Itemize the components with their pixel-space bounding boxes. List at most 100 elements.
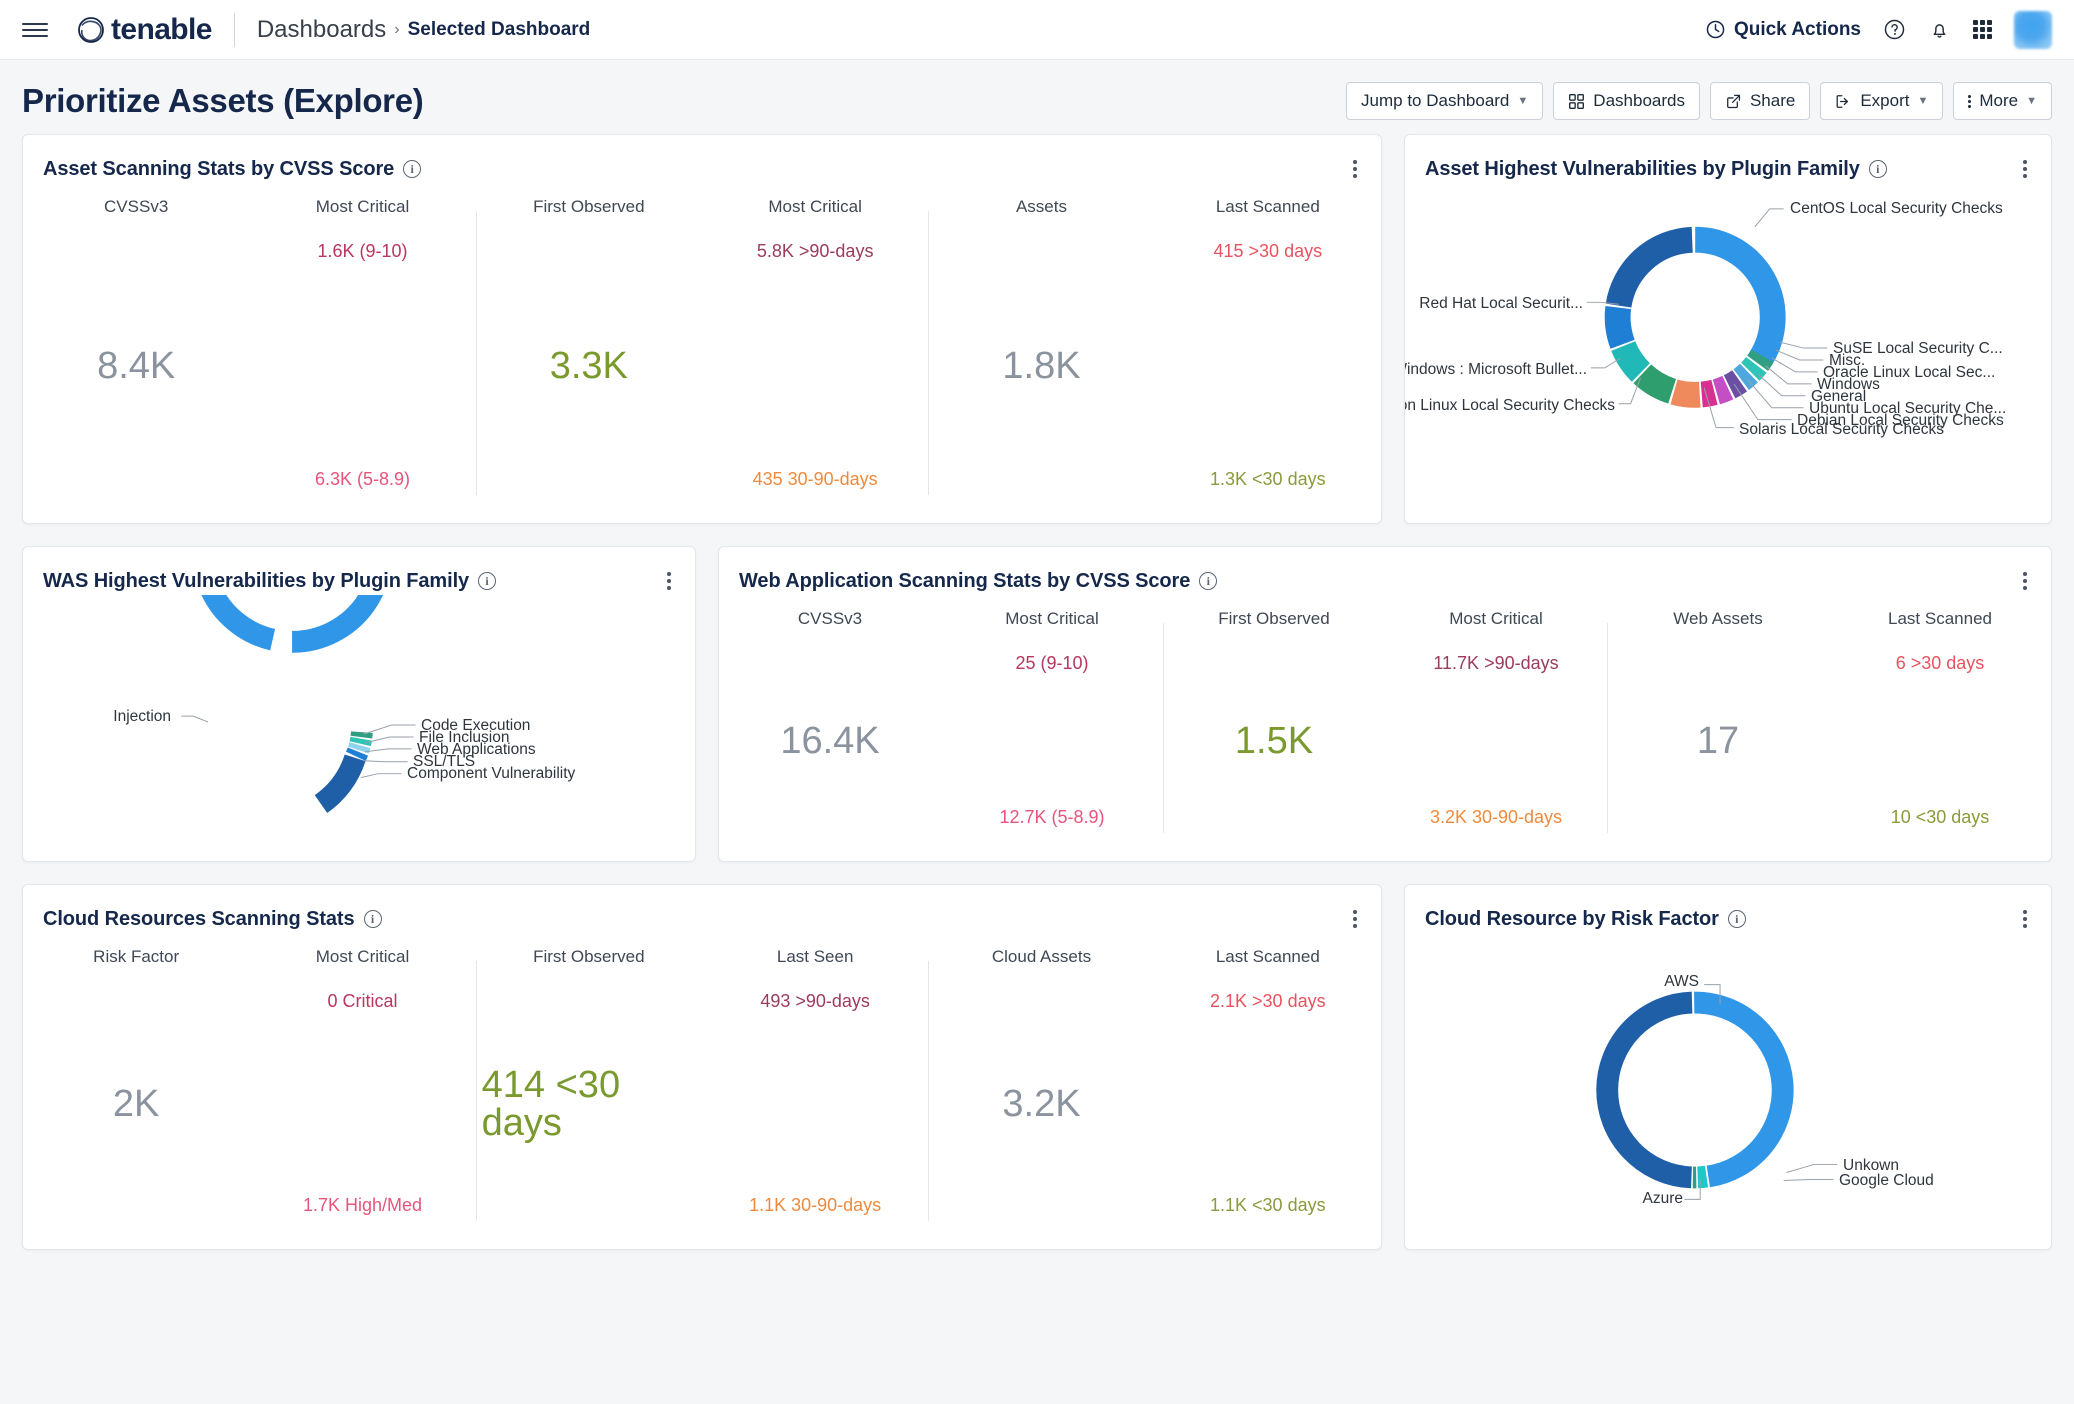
- donut-chart-cloud-resource-by-risk-factor[interactable]: AWS Unkown Google Cloud Azure: [1405, 933, 2051, 1250]
- stat-stack: 0 Critical 1.7K High/Med: [255, 973, 469, 1235]
- widget-menu-button[interactable]: [1349, 155, 1361, 183]
- export-button[interactable]: Export ▼: [1820, 82, 1943, 120]
- stat-top-value: 415 >30 days: [1214, 241, 1323, 263]
- stat-value: 1.5K: [1235, 722, 1313, 760]
- widget-menu-button[interactable]: [663, 567, 675, 595]
- share-button[interactable]: Share: [1710, 82, 1810, 120]
- stat-column-last-scanned: Last Scanned 415 >30 days 1.3K <30 days: [1155, 197, 1381, 509]
- stat-label: CVSSv3: [104, 197, 168, 217]
- stat-body: 3.2K: [934, 973, 1148, 1235]
- stat-stack: 25 (9-10) 12.7K (5-8.9): [947, 635, 1157, 847]
- info-icon[interactable]: i: [1199, 572, 1217, 590]
- slice-component-vulnerability: [321, 758, 355, 804]
- info-icon[interactable]: i: [1728, 910, 1746, 928]
- topbar-right-cluster: Quick Actions: [1705, 11, 2052, 49]
- stat-body: 16.4K: [725, 635, 935, 847]
- widget-header: Asset Highest Vulnerabilities by Plugin …: [1405, 135, 2051, 183]
- info-icon[interactable]: i: [1869, 160, 1887, 178]
- jump-to-dashboard-label: Jump to Dashboard: [1361, 91, 1509, 111]
- tenable-mark-icon: [76, 15, 106, 45]
- stat-column-cvssv3: CVSSv3 16.4K: [719, 609, 941, 847]
- donut-label-aws: AWS: [1664, 973, 1699, 990]
- donut-label-component-vulnerability: Component Vulnerability: [407, 765, 575, 782]
- help-icon[interactable]: [1883, 18, 1906, 41]
- notifications-icon[interactable]: [1928, 18, 1951, 41]
- slice-centos: [1695, 240, 1773, 358]
- share-icon: [1725, 93, 1742, 110]
- chevron-down-icon: ▼: [2026, 95, 2037, 107]
- widget-cloud-resource-by-risk-factor: Cloud Resource by Risk Factor i: [1404, 884, 2052, 1250]
- stat-stack: 5.8K >90-days 435 30-90-days: [708, 223, 922, 509]
- stat-label: Most Critical: [316, 197, 410, 217]
- stat-top-value: 25 (9-10): [1015, 653, 1088, 675]
- stat-body: 493 >90-days 1.1K 30-90-days: [708, 973, 922, 1235]
- quick-actions-button[interactable]: Quick Actions: [1705, 19, 1861, 41]
- widget-menu-button[interactable]: [1349, 905, 1361, 933]
- stat-bottom-value: 12.7K (5-8.9): [999, 807, 1104, 829]
- widget-menu-button[interactable]: [2019, 155, 2031, 183]
- stat-stack: 1.6K (9-10) 6.3K (5-8.9): [255, 223, 469, 509]
- donut-label-injection: Injection: [113, 708, 171, 725]
- bell-icon: [1928, 18, 1951, 41]
- slice-injection: [203, 595, 382, 642]
- donut-ring: [1607, 1003, 1782, 1178]
- widget-menu-button[interactable]: [2019, 905, 2031, 933]
- donut-chart-asset-highest-vulnerabilities[interactable]: CentOS Local Security Checks SuSE Local …: [1405, 183, 2051, 524]
- donut-label-redhat: Red Hat Local Securit...: [1419, 295, 1583, 312]
- donut-label-solaris: Solaris Local Security Checks: [1739, 421, 1944, 438]
- stat-bottom-value: 1.1K 30-90-days: [749, 1195, 881, 1217]
- donut-svg: [1405, 933, 2051, 1250]
- stat-bottom-value: 1.7K High/Med: [303, 1195, 422, 1217]
- stat-value: 16.4K: [780, 722, 879, 760]
- widget-header: Cloud Resource by Risk Factor i: [1405, 885, 2051, 933]
- stat-body: 3.3K: [482, 223, 696, 509]
- slice-ssl-tls: [356, 752, 358, 757]
- stat-label: Web Assets: [1673, 609, 1762, 629]
- slice-unkown: [1698, 1177, 1707, 1178]
- widget-title: Cloud Resources Scanning Stats: [43, 908, 355, 931]
- dashboard-row-2: WAS Highest Vulnerabilities by Plugin Fa…: [22, 546, 2052, 862]
- widget-menu-button[interactable]: [2019, 567, 2031, 595]
- info-icon[interactable]: i: [403, 160, 421, 178]
- stat-body: 1.8K: [934, 223, 1148, 509]
- slice-windows: [1730, 381, 1740, 387]
- stat-column-most-critical: Most Critical 0 Critical 1.7K High/Med: [249, 947, 475, 1235]
- donut-chart-was-highest-vulnerabilities[interactable]: Injection Code Execution File Inclusion …: [23, 595, 695, 862]
- jump-to-dashboard-button[interactable]: Jump to Dashboard ▼: [1346, 82, 1543, 120]
- stat-bottom-value: 3.2K 30-90-days: [1430, 807, 1562, 829]
- info-icon[interactable]: i: [478, 572, 496, 590]
- stat-column-last-scanned: Last Scanned 6 >30 days 10 <30 days: [1829, 609, 2051, 847]
- avatar[interactable]: [2014, 11, 2052, 49]
- stat-column-cloud-assets: Cloud Assets 3.2K: [928, 947, 1154, 1235]
- donut-label-google-cloud: Google Cloud: [1839, 1172, 1934, 1189]
- donut-label-centos: CentOS Local Security Checks: [1790, 200, 2003, 217]
- stat-body: 415 >30 days 1.3K <30 days: [1161, 223, 1375, 509]
- stat-body: 2K: [29, 973, 243, 1235]
- export-icon: [1835, 93, 1852, 110]
- more-button[interactable]: More ▼: [1953, 82, 2052, 120]
- stat-body: 8.4K: [29, 223, 243, 509]
- tenable-logo[interactable]: tenable: [76, 13, 212, 47]
- breadcrumb-dashboards[interactable]: Dashboards: [257, 16, 386, 44]
- page-header: Prioritize Assets (Explore) Jump to Dash…: [0, 60, 2074, 134]
- stat-label: Most Critical: [316, 947, 410, 967]
- info-icon[interactable]: i: [364, 910, 382, 928]
- stat-bottom-value: 1.1K <30 days: [1210, 1195, 1326, 1217]
- stat-value: 17: [1697, 722, 1739, 760]
- stat-label: Last Scanned: [1216, 197, 1320, 217]
- help-circle-icon: [1883, 18, 1906, 41]
- chevron-down-icon: ▼: [1517, 95, 1528, 107]
- apps-grid-icon[interactable]: [1973, 20, 1992, 39]
- dashboards-button[interactable]: Dashboards: [1553, 82, 1700, 120]
- widget-header: WAS Highest Vulnerabilities by Plugin Fa…: [23, 547, 695, 595]
- stat-body: 17: [1613, 635, 1823, 847]
- hamburger-menu-icon[interactable]: [22, 20, 48, 40]
- stat-column-cvssv3: CVSSv3 8.4K: [23, 197, 249, 509]
- stat-value: 3.2K: [1002, 1085, 1080, 1123]
- more-label: More: [1979, 91, 2018, 111]
- dashboards-label: Dashboards: [1593, 91, 1685, 111]
- stat-column-most-critical-cvss: Most Critical 25 (9-10) 12.7K (5-8.9): [941, 609, 1163, 847]
- widget-title: Asset Highest Vulnerabilities by Plugin …: [1425, 158, 1860, 181]
- donut-label-azure: Azure: [1643, 1190, 1684, 1207]
- slice-misc: [1750, 365, 1756, 372]
